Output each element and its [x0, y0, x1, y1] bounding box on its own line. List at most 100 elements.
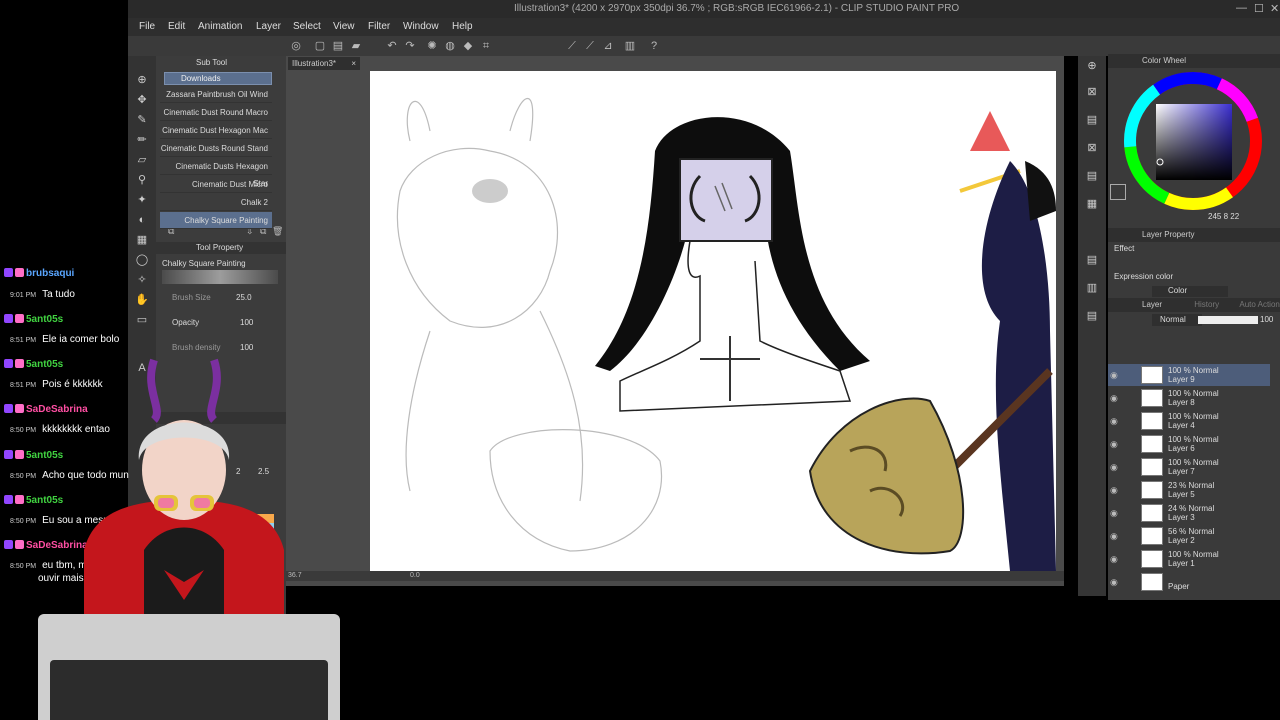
grid-snap-icon[interactable]: ⊿	[600, 38, 616, 54]
layer-row[interactable]: ◉ 100 % Normal Layer 8	[1108, 387, 1270, 409]
color-wheel[interactable]	[1122, 70, 1264, 212]
menu-view[interactable]: View	[333, 21, 355, 32]
close-tab-icon[interactable]: ×	[351, 57, 356, 70]
open-file-icon[interactable]: ▤	[330, 38, 346, 54]
visibility-eye-icon[interactable]: ◉	[1110, 577, 1120, 588]
menu-animation[interactable]: Animation	[198, 21, 242, 32]
rotation-readout[interactable]: 0.0	[410, 572, 420, 579]
chat-line: brubsaqui	[4, 268, 74, 279]
tab-layer[interactable]: Layer	[1142, 300, 1162, 309]
brush-size-row[interactable]: Brush Size 25.0	[172, 290, 280, 306]
clear-icon[interactable]: ◍	[442, 38, 458, 54]
layer-opacity-slider[interactable]	[1198, 316, 1258, 324]
special-ruler-icon[interactable]: ⟋	[582, 38, 598, 54]
history-icon[interactable]: ▤	[1084, 308, 1100, 324]
animation-icon[interactable]: ▦	[1084, 196, 1100, 212]
ruler-snap-icon[interactable]: ⟋	[564, 38, 580, 54]
expression-color-select[interactable]: Color	[1152, 286, 1228, 297]
layer-blend-percent: 100 % Normal	[1168, 412, 1219, 421]
layer-row[interactable]: ◉ 100 % Normal Layer 7	[1108, 456, 1270, 478]
layer-icon[interactable]: ▥	[1084, 280, 1100, 296]
maximize-button[interactable]: ☐	[1254, 2, 1264, 15]
menu-select[interactable]: Select	[293, 21, 321, 32]
opacity-row[interactable]: Opacity 100	[172, 315, 280, 331]
menu-help[interactable]: Help	[452, 21, 473, 32]
sub-tool-header: Sub Tool	[196, 58, 227, 67]
brush-item[interactable]: Zassara Paintbrush Oil Wind	[160, 86, 272, 103]
chat-timestamp: 8:51 PM	[10, 382, 37, 389]
visibility-eye-icon[interactable]: ◉	[1110, 393, 1120, 404]
undo-icon[interactable]: ↶	[384, 38, 400, 54]
crop-icon[interactable]: ⌗	[478, 38, 494, 54]
menu-window[interactable]: Window	[403, 21, 439, 32]
visibility-eye-icon[interactable]: ◉	[1110, 416, 1120, 427]
layer-row[interactable]: ◉ 100 % Normal Layer 1	[1108, 548, 1270, 570]
layer-search-icon[interactable]: ▤	[1084, 252, 1100, 268]
save-icon[interactable]: ▰	[348, 38, 364, 54]
visibility-eye-icon[interactable]: ◉	[1110, 462, 1120, 473]
downloads-tab[interactable]: Downloads	[164, 72, 272, 85]
brush-item[interactable]: Chalky Square Painting	[160, 212, 272, 229]
layer-row[interactable]: ◉ 100 % Normal Layer 9	[1108, 364, 1270, 386]
twitch-badge-icon	[4, 268, 13, 277]
chat-timestamp: 9:01 PM	[10, 292, 37, 299]
help-icon[interactable]: ?	[646, 38, 662, 54]
chat-username: 5ant05s	[26, 495, 64, 506]
streamer-avatar	[84, 358, 284, 620]
menu-edit[interactable]: Edit	[168, 21, 185, 32]
brush-item[interactable]: Cinematic Dust Micro	[160, 176, 272, 193]
layer-name: Layer 6	[1168, 444, 1195, 453]
opacity-value[interactable]: 100	[240, 318, 253, 327]
layer-blend-percent: 24 % Normal	[1168, 504, 1215, 513]
visibility-eye-icon[interactable]: ◉	[1110, 508, 1120, 519]
sub-view-icon[interactable]: ⊠	[1084, 84, 1100, 100]
brush-item[interactable]: Cinematic Dusts Hexagon Star	[160, 158, 272, 188]
layer-blend-percent: 23 % Normal	[1168, 481, 1215, 490]
library-icon[interactable]: ▤	[1084, 168, 1100, 184]
document-tab-label: Illustration3*	[292, 59, 337, 68]
layer-row[interactable]: ◉ Paper	[1108, 571, 1270, 593]
loading-icon[interactable]: ✺	[424, 38, 440, 54]
nun-figure	[595, 117, 870, 412]
visibility-eye-icon[interactable]: ◉	[1110, 439, 1120, 450]
visibility-eye-icon[interactable]: ◉	[1110, 370, 1120, 381]
tab-auto-action[interactable]: Auto Action	[1239, 300, 1279, 309]
menu-layer[interactable]: Layer	[256, 21, 281, 32]
right-panel: Color Wheel 245 8 22 Layer Property Effe…	[1108, 52, 1280, 600]
main-color-swatch[interactable]	[1110, 184, 1126, 200]
search-panel-icon[interactable]: ⊠	[1084, 140, 1100, 156]
layer-opacity-value[interactable]: 100	[1260, 315, 1273, 324]
tab-history[interactable]: History	[1194, 300, 1219, 309]
brush-item[interactable]: Chalk 2	[160, 194, 272, 211]
brush-size-value[interactable]: 25.0	[236, 293, 252, 302]
document-tab[interactable]: Illustration3* ×	[288, 57, 360, 70]
layer-row[interactable]: ◉ 56 % Normal Layer 2	[1108, 525, 1270, 547]
menu-filter[interactable]: Filter	[368, 21, 390, 32]
close-button[interactable]: ✕	[1270, 2, 1279, 15]
layer-row[interactable]: ◉ 100 % Normal Layer 6	[1108, 433, 1270, 455]
layer-settings-icon[interactable]: ▥	[622, 38, 638, 54]
layer-blend-percent: 100 % Normal	[1168, 458, 1219, 467]
navigator-panel-icon[interactable]: ⊕	[1084, 58, 1100, 74]
layer-thumbnail	[1141, 458, 1163, 476]
visibility-eye-icon[interactable]: ◉	[1110, 531, 1120, 542]
drawing-canvas[interactable]	[370, 71, 1056, 571]
material-icon[interactable]: ▤	[1084, 112, 1100, 128]
redo-icon[interactable]: ↷	[402, 38, 418, 54]
brush-item[interactable]: Cinematic Dusts Round Stand	[160, 140, 272, 157]
layer-row[interactable]: ◉ 100 % Normal Layer 4	[1108, 410, 1270, 432]
blend-mode-select[interactable]: Normal	[1152, 314, 1202, 326]
delete-sub-tool-icon[interactable]: 🗑	[272, 226, 283, 237]
brush-item[interactable]: Cinematic Dust Hexagon Mac	[160, 122, 272, 139]
minimize-button[interactable]: —	[1236, 2, 1247, 14]
layer-row[interactable]: ◉ 23 % Normal Layer 5	[1108, 479, 1270, 501]
menu-file[interactable]: File	[139, 21, 155, 32]
chat-username: SaDeSabrina	[26, 404, 88, 415]
visibility-eye-icon[interactable]: ◉	[1110, 554, 1120, 565]
new-file-icon[interactable]: ▢	[312, 38, 328, 54]
visibility-eye-icon[interactable]: ◉	[1110, 485, 1120, 496]
fill-icon[interactable]: ◆	[460, 38, 476, 54]
layer-row[interactable]: ◉ 24 % Normal Layer 3	[1108, 502, 1270, 524]
brush-item[interactable]: Cinematic Dust Round Macro	[160, 104, 272, 121]
navigator-icon[interactable]: ◎	[288, 38, 304, 54]
